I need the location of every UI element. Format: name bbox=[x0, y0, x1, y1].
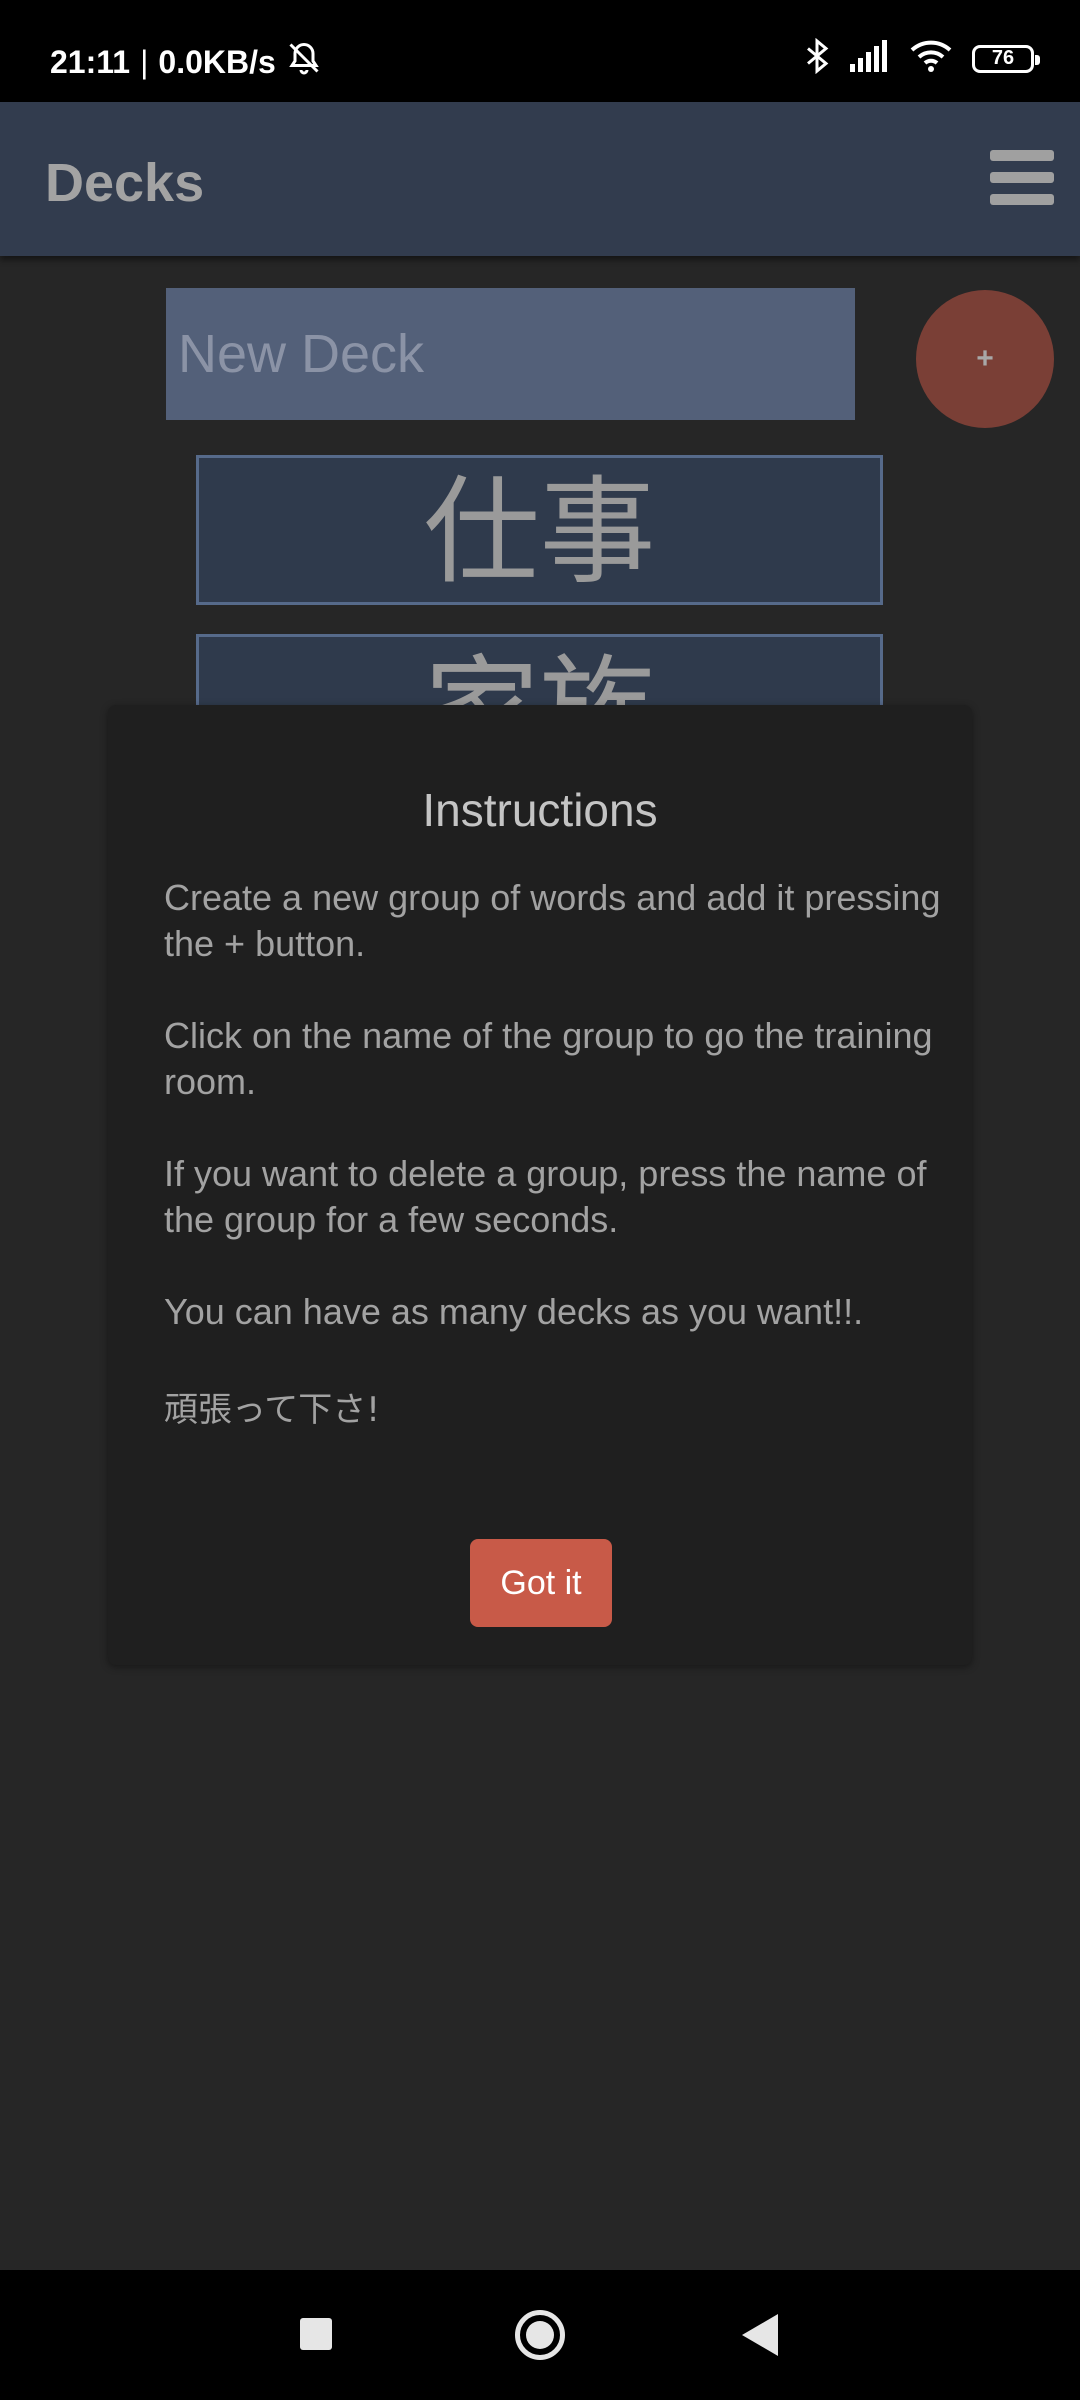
recents-icon[interactable] bbox=[300, 2318, 332, 2350]
battery-level: 76 bbox=[991, 47, 1015, 69]
instruction-text: Click on the name of the group to go the… bbox=[164, 1015, 933, 1102]
signal-icon bbox=[850, 40, 890, 77]
instruction-text: Create a new group of words and add it p… bbox=[164, 877, 941, 964]
app-bar: Decks bbox=[0, 102, 1080, 256]
navigation-bar bbox=[0, 2270, 1080, 2400]
new-deck-input[interactable] bbox=[166, 288, 855, 420]
add-deck-button[interactable]: + bbox=[916, 290, 1054, 428]
home-icon[interactable] bbox=[515, 2310, 565, 2360]
back-icon[interactable] bbox=[742, 2314, 778, 2356]
encouragement-text: 頑張って下さ! bbox=[164, 1390, 380, 1430]
bluetooth-icon bbox=[804, 37, 830, 79]
wifi-icon bbox=[910, 40, 952, 77]
page-title: Decks bbox=[45, 153, 205, 213]
instruction-text: You can have as many decks as you want!!… bbox=[164, 1291, 864, 1332]
status-time: 21:11 bbox=[50, 43, 131, 80]
dialog-body: Create a new group of words and add it p… bbox=[164, 875, 944, 1479]
network-speed: 0.0KB/s bbox=[158, 43, 276, 80]
deck-item[interactable]: 仕事 bbox=[196, 455, 883, 605]
alarm-off-icon bbox=[286, 40, 322, 84]
battery-icon: 76 bbox=[972, 44, 1040, 73]
dialog-title: Instructions bbox=[422, 784, 658, 836]
status-left: 21:11 | 0.0KB/s bbox=[50, 40, 322, 84]
got-it-button[interactable]: Got it bbox=[470, 1539, 612, 1627]
instruction-text: If you want to delete a group, press the… bbox=[164, 1153, 927, 1240]
status-right: 76 bbox=[804, 37, 1040, 79]
plus-label: + bbox=[976, 342, 994, 375]
instructions-dialog: Instructions Create a new group of words… bbox=[108, 705, 972, 1665]
hamburger-menu-icon[interactable] bbox=[990, 150, 1054, 206]
status-separator: | bbox=[140, 43, 149, 80]
status-bar: 21:11 | 0.0KB/s 76 bbox=[0, 0, 1080, 102]
